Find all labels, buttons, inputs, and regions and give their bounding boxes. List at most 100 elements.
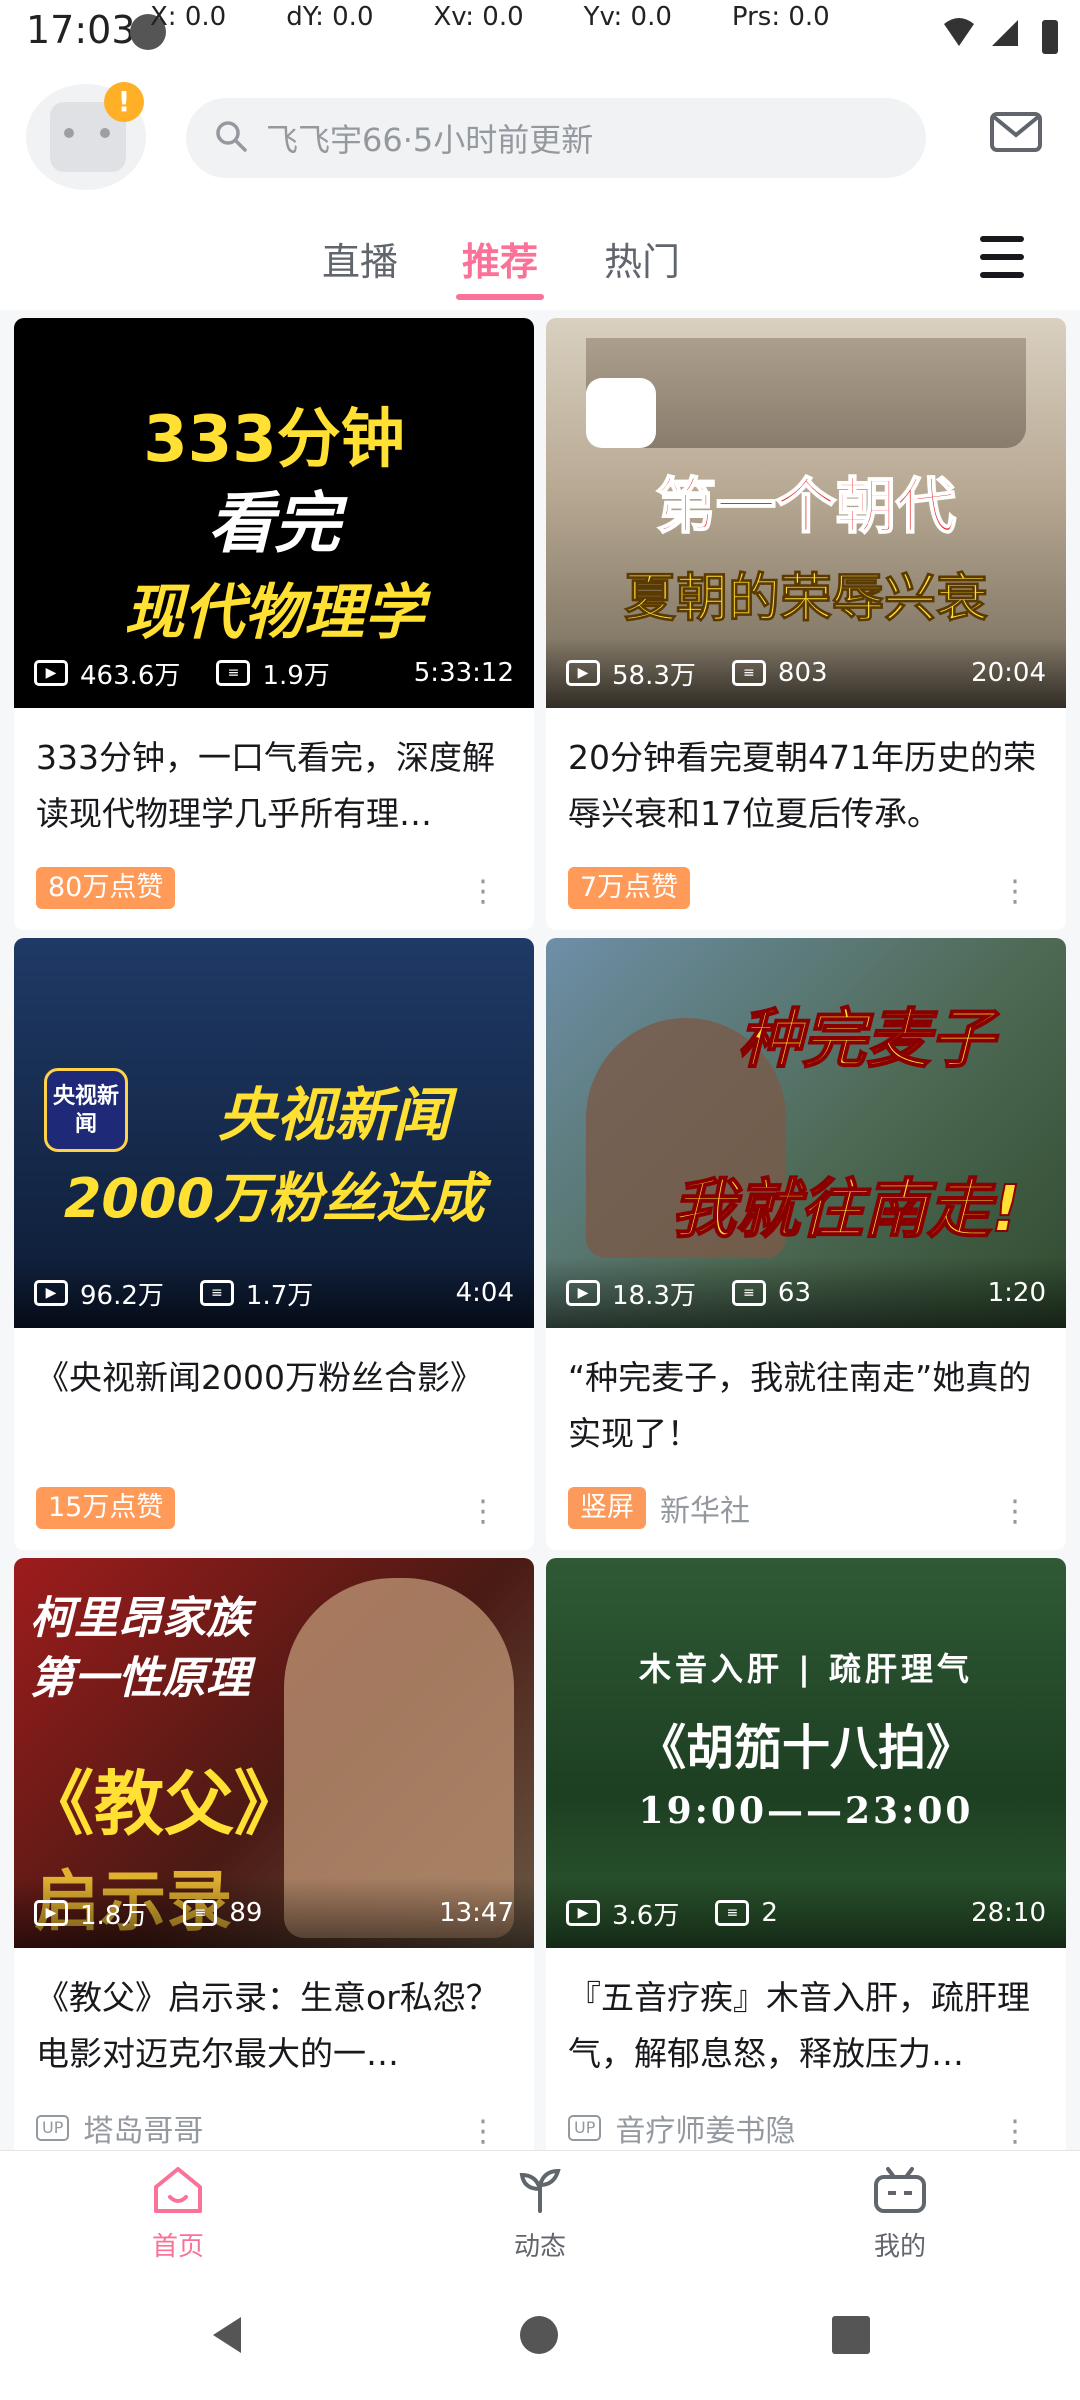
video-card[interactable]: 第一个朝代 夏朝的荣辱兴衰 ▶ 58.3万 ≡ 803 20:04 20分钟看完…	[546, 318, 1066, 930]
thumb-text: 333分钟	[143, 403, 405, 477]
video-stats: ▶ 18.3万 ≡ 63 1:20	[546, 1258, 1066, 1328]
thumb-text: 2000万粉丝达成	[63, 1167, 485, 1230]
home-button[interactable]	[434, 2290, 644, 2384]
wifi-icon	[942, 16, 976, 50]
tab-live[interactable]: 直播	[292, 210, 428, 306]
nav-home-label: 首页	[151, 2232, 204, 2262]
danmaku-icon: ≡	[199, 1280, 234, 1306]
nav-home[interactable]: 首页	[88, 2160, 268, 2268]
tab-hot[interactable]: 热门	[574, 210, 710, 306]
recents-square-icon	[829, 2313, 873, 2361]
video-card[interactable]: 柯里昂家族 第一性原理 《教父》 启示录 ▶ 1.8万 ≡ 89 13:47 《…	[14, 1558, 534, 2170]
thumb-text: 《教父》	[24, 1763, 304, 1845]
tab-recommend[interactable]: 推荐	[430, 210, 570, 306]
battery-icon	[1040, 16, 1060, 54]
video-card[interactable]: 333分钟 看完 现代物理学 ▶ 463.6万 ≡ 1.9万 5:33:12 3…	[14, 318, 534, 930]
tab-recommend-label: 推荐	[461, 239, 538, 284]
card-footer: 7万点赞 ⋮	[568, 866, 1048, 910]
danmaku-icon: ≡	[731, 660, 766, 686]
tab-live-label: 直播	[321, 239, 398, 284]
debug-yv: Yv: 0.0	[583, 2, 672, 32]
more-options-icon[interactable]: ⋮	[468, 874, 498, 909]
danmaku-icon: ≡	[731, 1280, 766, 1306]
video-thumbnail[interactable]: 央视新闻 央视新闻 2000万粉丝达成 ▶ 96.2万 ≡ 1.7万 4:04	[14, 938, 534, 1328]
play-count-icon: ▶	[566, 660, 600, 686]
thumb-text: 第一性原理	[30, 1653, 250, 1704]
video-thumbnail[interactable]: 第一个朝代 夏朝的荣辱兴衰 ▶ 58.3万 ≡ 803 20:04	[546, 318, 1066, 708]
video-card[interactable]: 木音入肝 | 疏肝理气 《胡笳十八拍》 19:00——23:00 ▶ 3.6万 …	[546, 1558, 1066, 2170]
nav-dynamic-label: 动态	[513, 2232, 566, 2262]
status-time: 17:03	[26, 8, 136, 52]
debug-dy: dY: 0.0	[286, 2, 374, 32]
video-stats: ▶ 1.8万 ≡ 89 13:47	[14, 1878, 534, 1948]
channel-menu-button[interactable]	[980, 222, 1040, 292]
search-icon	[214, 119, 248, 157]
vertical-tag: 竖屏	[568, 1487, 646, 1529]
video-thumbnail[interactable]: 种完麦子 我就往南走! ▶ 18.3万 ≡ 63 1:20	[546, 938, 1066, 1328]
play-count-icon: ▶	[34, 660, 68, 686]
likes-tag: 15万点赞	[36, 1487, 176, 1529]
more-options-icon[interactable]: ⋮	[1000, 2114, 1030, 2149]
duration: 5:33:12	[413, 658, 514, 688]
thumb-text: 木音入肝 | 疏肝理气	[639, 1650, 973, 1688]
status-bar: 17:03 X: 0.0 dY: 0.0 Xv: 0.0 Yv: 0.0 Prs…	[0, 0, 1080, 64]
up-badge-icon: UP	[36, 2115, 70, 2141]
nav-mine[interactable]: 我的	[810, 2160, 990, 2268]
thumb-text: 种完麦子	[737, 1002, 995, 1078]
back-button[interactable]	[124, 2290, 334, 2384]
card-footer: UP 音疗师姜书隐 ⋮	[568, 2106, 1048, 2150]
home-icon	[152, 2165, 204, 2222]
recents-button[interactable]	[746, 2290, 956, 2384]
search-input[interactable]: 飞飞宇66·5小时前更新	[266, 115, 593, 161]
menu-icon-bar	[980, 254, 1024, 260]
home-circle-icon	[517, 2313, 561, 2361]
uploader-name[interactable]: 新华社	[660, 1486, 750, 1530]
video-title[interactable]: 20分钟看完夏朝471年历史的荣辱兴衰和17位夏后传承。	[568, 730, 1048, 842]
more-options-icon[interactable]: ⋮	[468, 1494, 498, 1529]
card-footer: 15万点赞 ⋮	[36, 1486, 516, 1530]
video-title[interactable]: “种完麦子，我就往南走”她真的实现了！	[568, 1350, 1048, 1462]
video-stats: ▶ 3.6万 ≡ 2 28:10	[546, 1878, 1066, 1948]
card-footer: 80万点赞 ⋮	[36, 866, 516, 910]
video-thumbnail[interactable]: 柯里昂家族 第一性原理 《教父》 启示录 ▶ 1.8万 ≡ 89 13:47	[14, 1558, 534, 1948]
more-options-icon[interactable]: ⋮	[468, 2114, 498, 2149]
video-title[interactable]: 《教父》启示录：生意or私怨？电影对迈克尔最大的一…	[36, 1970, 516, 2082]
view-count: 1.8万	[80, 1900, 148, 1931]
nav-dynamic[interactable]: 动态	[450, 2160, 630, 2268]
duration: 13:47	[439, 1898, 514, 1928]
message-button[interactable]	[962, 74, 1070, 194]
duration: 20:04	[971, 658, 1046, 688]
video-card[interactable]: 央视新闻 央视新闻 2000万粉丝达成 ▶ 96.2万 ≡ 1.7万 4:04 …	[14, 938, 534, 1550]
thumb-text: 我就往南走!	[670, 1172, 1021, 1248]
uploader-name[interactable]: 塔岛哥哥	[83, 2106, 203, 2150]
thumb-text: 夏朝的荣辱兴衰	[623, 569, 988, 630]
mascot-sticker-icon	[586, 378, 656, 448]
view-count: 463.6万	[80, 660, 181, 691]
likes-tag: 80万点赞	[36, 867, 176, 909]
video-thumbnail[interactable]: 木音入肝 | 疏肝理气 《胡笳十八拍》 19:00——23:00 ▶ 3.6万 …	[546, 1558, 1066, 1948]
alert-badge: !	[104, 82, 144, 122]
video-title[interactable]: 《央视新闻2000万粉丝合影》	[36, 1350, 516, 1462]
thumb-text: 19:00——23:00	[638, 1790, 974, 1832]
danmaku-count: 1.7万	[245, 1280, 314, 1311]
thumb-text: 央视新闻	[217, 1081, 450, 1149]
thumb-text: 《胡笳十八拍》	[637, 1720, 974, 1776]
video-card[interactable]: 种完麦子 我就往南走! ▶ 18.3万 ≡ 63 1:20 “种完麦子，我就往南…	[546, 938, 1066, 1550]
more-options-icon[interactable]: ⋮	[1000, 874, 1030, 909]
mascot-eye-right	[100, 128, 110, 138]
video-stats: ▶ 58.3万 ≡ 803 20:04	[546, 638, 1066, 708]
danmaku-count: 63	[777, 1278, 811, 1308]
video-thumbnail[interactable]: 333分钟 看完 现代物理学 ▶ 463.6万 ≡ 1.9万 5:33:12	[14, 318, 534, 708]
nav-mine-label: 我的	[873, 2232, 926, 2262]
more-options-icon[interactable]: ⋮	[1000, 1494, 1030, 1529]
debug-x: X: 0.0	[150, 2, 227, 32]
danmaku-count: 89	[229, 1898, 263, 1928]
search-bar[interactable]: 飞飞宇66·5小时前更新	[186, 98, 926, 178]
danmaku-icon: ≡	[183, 1900, 218, 1926]
video-title[interactable]: 333分钟，一口气看完，深度解读现代物理学几乎所有理…	[36, 730, 516, 842]
card-footer: 竖屏 新华社 ⋮	[568, 1486, 1048, 1530]
video-title[interactable]: 『五音疗疾』木音入肝，疏肝理气，解郁息怒，释放压力…	[568, 1970, 1048, 2082]
uploader-name[interactable]: 音疗师姜书隐	[615, 2106, 795, 2150]
danmaku-icon: ≡	[216, 660, 251, 686]
back-triangle-icon	[207, 2313, 251, 2361]
